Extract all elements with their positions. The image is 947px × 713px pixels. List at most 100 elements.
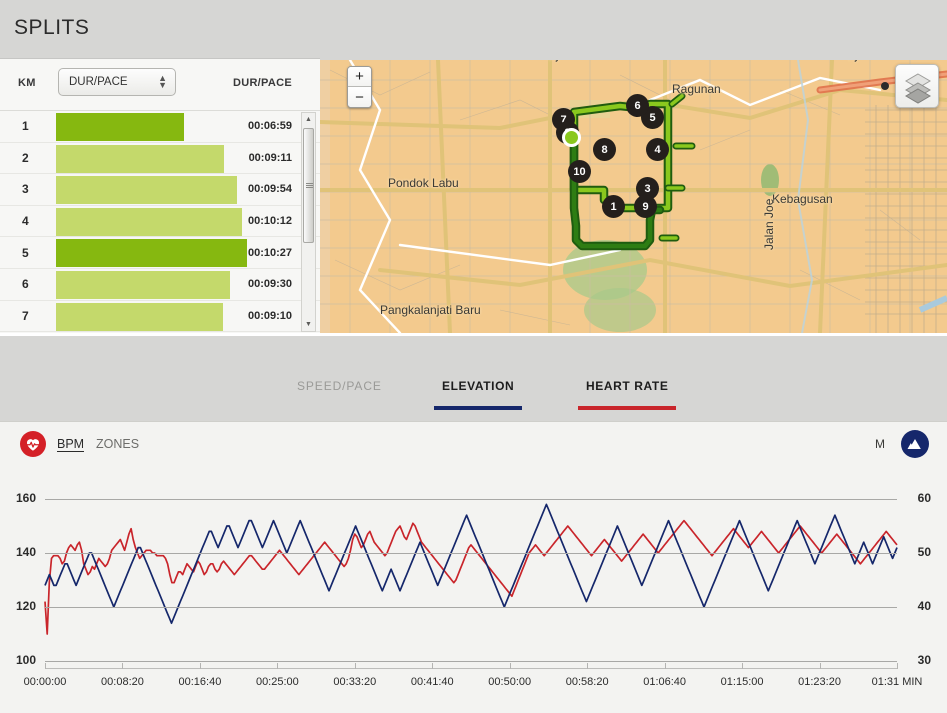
x-axis-tick-label: 01:15:00 — [720, 676, 764, 688]
x-axis-tick-label: 00:41:40 — [410, 676, 454, 688]
map-place-label: Kebagusan — [772, 192, 833, 206]
tab-label: ELEVATION — [442, 379, 515, 393]
map-place-label: Jalan Tan — [846, 60, 860, 62]
x-axis-tick-label: 01:06:40 — [643, 676, 687, 688]
chart-gridline — [45, 661, 897, 662]
scroll-down-arrow-icon[interactable]: ▼ — [302, 318, 315, 331]
x-axis-tick — [509, 663, 511, 669]
tab-elevation[interactable]: ELEVATION — [434, 379, 523, 410]
split-km-value: 5 — [22, 245, 29, 260]
zones-toggle[interactable]: ZONES — [96, 437, 139, 451]
table-row[interactable]: 5 00:10:27 — [0, 237, 320, 269]
chart-panel: BPM ZONES M 160 140 120 100 60 50 40 30 00:00:00… — [0, 421, 947, 713]
x-axis-tick-label: 00:00:00 — [23, 676, 67, 688]
split-km-value: 1 — [22, 119, 29, 134]
x-axis-tick — [819, 663, 821, 669]
splits-title: SPLITS — [14, 16, 90, 39]
x-axis-tick — [897, 663, 898, 669]
split-bar — [56, 207, 243, 236]
split-bar — [56, 270, 230, 299]
split-bar — [56, 239, 247, 268]
split-km-value: 6 — [22, 277, 29, 292]
km-marker[interactable]: 4 — [646, 138, 669, 161]
chart-header: BPM ZONES M — [0, 422, 947, 466]
route-map[interactable]: + − Pondok Labu Pangkalanjati Baru Ragunan… — [320, 60, 947, 333]
scrollbar-grip-icon — [306, 182, 313, 189]
chart-tabs: SPEED/PACE ELEVATION HEART RATE — [0, 333, 947, 421]
route-start-marker[interactable] — [562, 128, 581, 147]
series-line-elevation — [44, 503, 898, 625]
km-marker[interactable]: 8 — [593, 138, 616, 161]
x-axis-tick — [199, 663, 201, 669]
table-row[interactable]: 4 00:10:12 — [0, 205, 320, 238]
table-row[interactable]: 7 00:09:10 — [0, 300, 320, 333]
x-axis-tick-label: 01:23:20 — [798, 676, 841, 688]
splits-panel: SPLITS KM DUR/PACE ▲ ▼ DUR/PACE 1 00:06:59… — [0, 0, 320, 333]
layers-indicator-dot — [881, 82, 889, 90]
elevation-unit-label: M — [875, 437, 885, 451]
chart-plot[interactable]: 160 140 120 100 60 50 40 30 00:00:00 00:08:20 00:1… — [0, 466, 947, 713]
split-time-value: 00:09:30 — [247, 278, 292, 291]
x-axis-tick-label: 00:08:20 — [101, 676, 144, 688]
chart-gridline — [45, 607, 897, 608]
tab-label: SPEED/PACE — [297, 379, 382, 393]
tab-heart-rate[interactable]: HEART RATE — [578, 379, 677, 410]
metric-select[interactable]: DUR/PACE ▲ ▼ — [58, 68, 176, 96]
y-axis-right-tick-label: 30 — [917, 653, 931, 667]
km-marker[interactable]: 6 — [626, 94, 649, 117]
scrollbar-thumb[interactable] — [303, 128, 314, 243]
x-axis-tick — [432, 663, 434, 669]
table-row[interactable]: 6 00:09:30 — [0, 268, 320, 301]
x-axis-tick-label: 00:25:00 — [255, 676, 299, 688]
y-axis-right-tick-label: 50 — [917, 545, 931, 559]
y-axis-right-tick-label: 40 — [917, 599, 931, 613]
table-row[interactable]: 1 00:06:59 — [0, 111, 320, 143]
scroll-up-arrow-icon[interactable]: ▲ — [302, 113, 315, 126]
map-zoom-controls[interactable]: + − — [347, 66, 372, 108]
heart-glyph-icon — [26, 439, 40, 451]
chart-gridline — [45, 553, 897, 554]
map-place-label: Jalan Joe — [762, 198, 776, 250]
x-axis-tick-label: 01:31 MIN — [871, 676, 923, 688]
x-axis-tick — [45, 663, 46, 669]
split-bar — [56, 302, 224, 331]
km-marker[interactable]: 9 — [634, 195, 657, 218]
x-axis-tick-label: 00:50:00 — [488, 676, 532, 688]
chart-gridline — [45, 499, 897, 500]
split-bar — [56, 176, 237, 205]
split-time-value: 00:10:27 — [247, 246, 292, 259]
table-row[interactable]: 2 00:09:11 — [0, 142, 320, 175]
metric-select-value: DUR/PACE — [69, 76, 128, 88]
top-section: SPLITS KM DUR/PACE ▲ ▼ DUR/PACE 1 00:06:59… — [0, 0, 947, 333]
x-axis-tick-label: 00:33:20 — [333, 676, 377, 688]
y-axis-right-tick-label: 60 — [917, 491, 931, 505]
splits-table-header: KM DUR/PACE ▲ ▼ DUR/PACE — [0, 59, 320, 111]
y-axis-left-tick-label: 120 — [16, 599, 37, 613]
split-km-value: 4 — [22, 214, 29, 229]
column-header-durpace: DUR/PACE — [232, 77, 292, 89]
x-axis-tick — [354, 663, 356, 669]
zoom-in-button[interactable]: + — [348, 67, 371, 87]
x-axis-tick — [587, 663, 589, 669]
split-time-value: 00:09:11 — [248, 151, 292, 164]
table-row[interactable]: 3 00:09:54 — [0, 174, 320, 206]
map-place-label: Ragunan — [672, 82, 721, 96]
x-axis-tick — [664, 663, 666, 669]
map-place-label: Pangkalanjati Baru — [380, 303, 481, 317]
split-km-value: 7 — [22, 308, 29, 323]
series-line-heart-rate — [44, 519, 898, 635]
map-layers-button[interactable] — [881, 64, 939, 108]
split-time-value: 00:09:10 — [247, 309, 292, 322]
zoom-out-button[interactable]: − — [348, 87, 371, 107]
activity-detail-page: SPLITS KM DUR/PACE ▲ ▼ DUR/PACE 1 00:06:59… — [0, 0, 947, 713]
tab-speed-pace[interactable]: SPEED/PACE — [297, 379, 382, 410]
bpm-toggle[interactable]: BPM — [57, 437, 85, 452]
km-marker[interactable]: 1 — [602, 195, 625, 218]
x-axis-tick — [742, 663, 744, 669]
split-km-value: 3 — [22, 182, 29, 197]
x-axis-tick-label: 00:58:20 — [565, 676, 609, 688]
km-marker[interactable]: 10 — [568, 160, 591, 183]
splits-scrollbar[interactable]: ▲ ▼ — [301, 112, 316, 332]
x-axis-tick-label: 00:16:40 — [178, 676, 222, 688]
splits-rows: 1 00:06:59 2 00:09:11 3 00:09:54 4 00:10:12 5 00:… — [0, 111, 320, 333]
